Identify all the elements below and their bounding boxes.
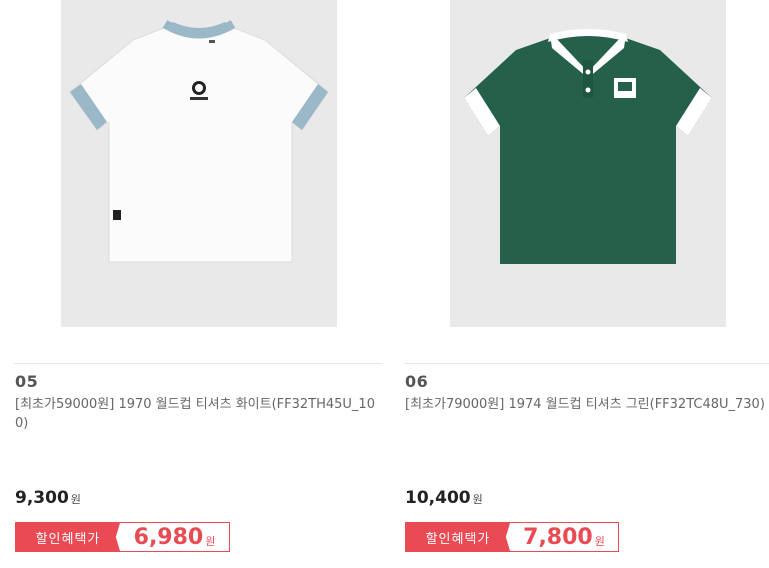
price-value: 10,400 (405, 488, 471, 508)
product-card[interactable]: 06 [최초가79000원] 1974 월드컵 티셔츠 그린(FF32TC48U… (404, 0, 769, 568)
product-card[interactable]: 05 [최초가59000원] 1970 월드컵 티셔츠 화이트(FF32TH45… (14, 0, 384, 568)
product-title-link[interactable]: [최초가59000원] 1970 월드컵 티셔츠 화이트(FF32TH45U_1… (15, 395, 375, 433)
product-title-link[interactable]: [최초가79000원] 1974 월드컵 티셔츠 그린(FF32TC48U_73… (405, 395, 765, 414)
discount-price: 6,980 원 (120, 523, 229, 551)
product-price: 9,300 원 (15, 488, 81, 508)
product-number: 05 (15, 372, 39, 391)
white-tshirt-illustration (69, 20, 329, 263)
discount-badge: 할인혜택가 (16, 523, 120, 551)
product-image-green-polo[interactable] (450, 0, 726, 327)
price-currency: 원 (70, 493, 81, 506)
price-value: 9,300 (15, 488, 69, 508)
discount-price-value: 7,800 (523, 524, 593, 550)
discount-price-value: 6,980 (133, 524, 204, 550)
divider (404, 363, 769, 364)
product-image-white-tshirt[interactable] (61, 0, 337, 327)
discount-badge: 할인혜택가 (406, 523, 510, 551)
divider (14, 363, 382, 364)
price-currency: 원 (472, 493, 483, 506)
discount-price-box: 할인혜택가 7,800 원 (405, 522, 619, 552)
product-number: 06 (405, 372, 429, 391)
discount-price-box: 할인혜택가 6,980 원 (15, 522, 230, 552)
discount-price: 7,800 원 (510, 523, 618, 551)
green-polo-illustration (464, 29, 712, 264)
discount-price-currency: 원 (594, 535, 605, 548)
product-price: 10,400 원 (405, 488, 483, 508)
discount-price-currency: 원 (205, 535, 216, 548)
